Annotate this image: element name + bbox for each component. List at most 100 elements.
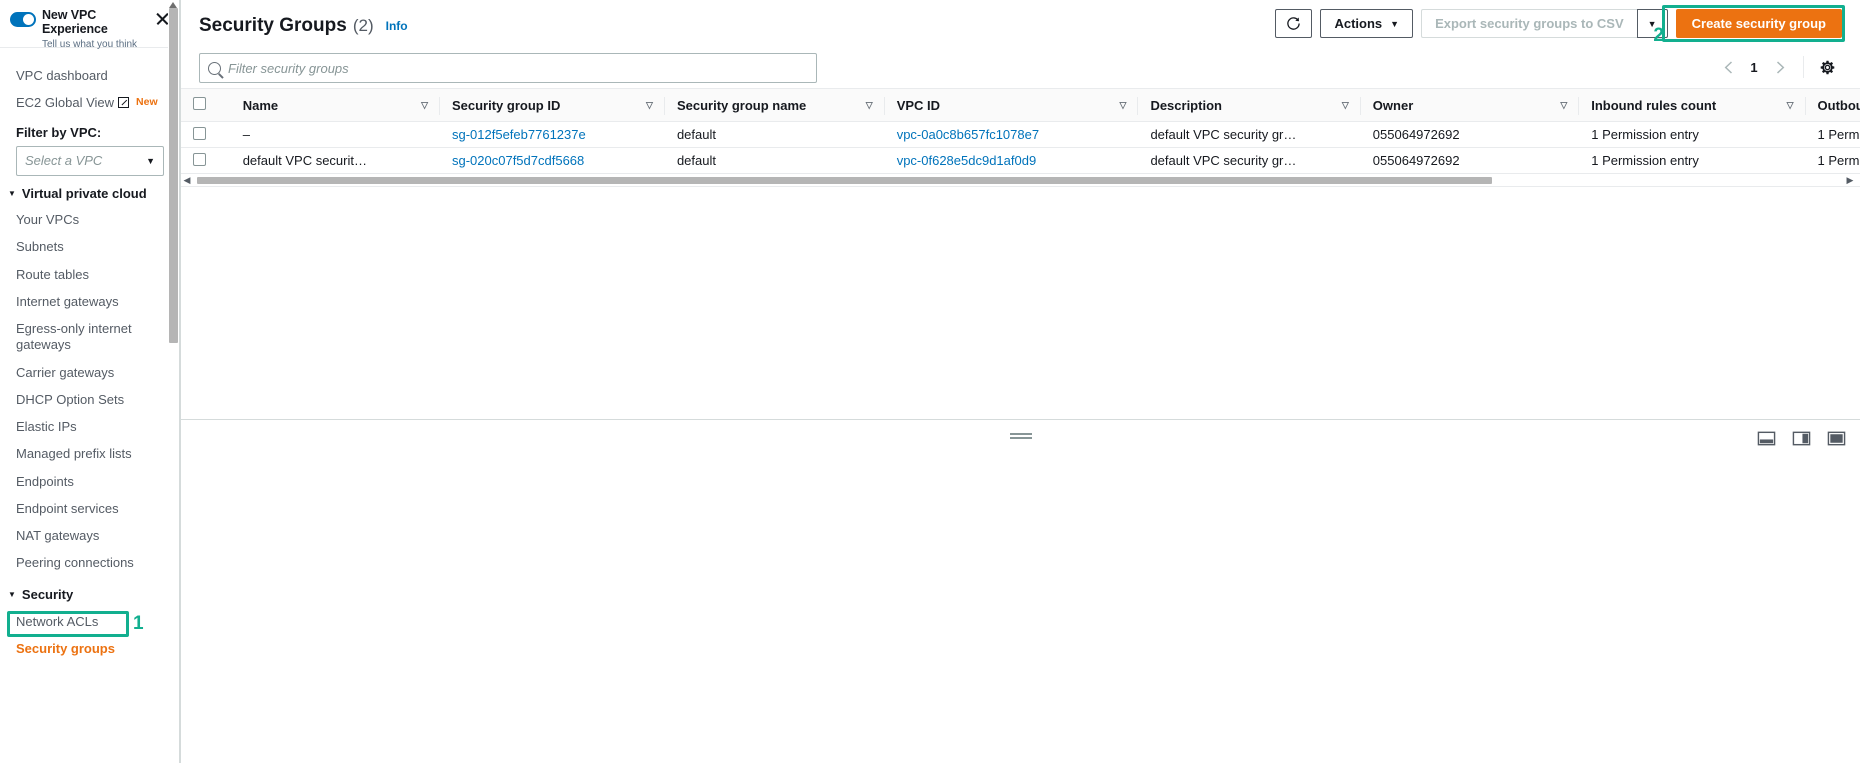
search-input[interactable]: [228, 60, 808, 76]
create-security-group-label: Create security group: [1691, 16, 1826, 31]
new-vpc-experience-toggle[interactable]: [10, 12, 36, 27]
column-header-security-group-name[interactable]: Security group name ▽: [664, 88, 885, 122]
table-header-row: Name ▽ Security group ID ▽ Security grou…: [181, 88, 1860, 122]
column-header-description[interactable]: Description ▽: [1138, 88, 1361, 122]
horizontal-scrollbar-thumb[interactable]: [197, 176, 1492, 184]
sidebar-item-dhcp-option-sets[interactable]: DHCP Option Sets: [0, 386, 180, 413]
info-link[interactable]: Info: [386, 19, 408, 33]
panel-full-icon[interactable]: [1827, 429, 1846, 448]
sidebar-item-vpc-dashboard[interactable]: VPC dashboard: [0, 62, 180, 89]
column-label: Name: [242, 97, 279, 113]
sidebar-item-endpoint-services[interactable]: Endpoint services: [0, 495, 180, 522]
sidebar-item-network-acls[interactable]: Network ACLs: [0, 608, 180, 635]
scroll-left-arrow-icon[interactable]: ◀: [181, 175, 193, 186]
sidebar-item-label: EC2 Global View: [16, 94, 115, 110]
sidebar-scrollbar[interactable]: [168, 0, 180, 763]
pagination-next-button[interactable]: [1765, 52, 1795, 82]
actions-label: Actions: [1334, 16, 1383, 31]
sidebar-item-egress-only-internet-gateways[interactable]: Egress-only internet gateways: [0, 316, 180, 360]
sidebar-group-security[interactable]: ▼ Security: [0, 577, 180, 608]
select-all-checkbox[interactable]: [193, 97, 206, 110]
cell-name: default VPC securit…: [230, 147, 440, 174]
cell-description: default VPC security gr…: [1138, 147, 1361, 174]
cell-owner: 055064972692: [1360, 121, 1580, 148]
cell-owner: 055064972692: [1360, 147, 1580, 174]
sort-icon: ▽: [1119, 99, 1127, 110]
main-content: Security Groups (2) Info Actions ▼ Expor…: [180, 0, 1860, 763]
cell-security-group-name: default: [664, 147, 885, 174]
new-vpc-experience-title: New VPC Experience: [42, 8, 108, 37]
sidebar-group-virtual-private-cloud[interactable]: ▼ Virtual private cloud: [0, 176, 180, 207]
column-label: Security group name: [676, 97, 807, 113]
column-label: Inbound rules count: [1591, 97, 1717, 113]
refresh-button[interactable]: [1275, 9, 1313, 38]
pagination-prev-button[interactable]: [1713, 52, 1743, 82]
export-csv-label: Export security groups to CSV: [1435, 16, 1624, 31]
cell-name: –: [230, 121, 440, 148]
column-header-inbound-rules-count[interactable]: Inbound rules count ▽: [1579, 88, 1806, 122]
page-title: Security Groups: [199, 15, 347, 36]
sidebar-group-label: Virtual private cloud: [21, 185, 147, 201]
pagination: 1: [1713, 52, 1842, 82]
divider: [1804, 97, 1806, 115]
sort-icon: ▽: [1341, 99, 1349, 110]
pagination-page-1[interactable]: 1: [1743, 60, 1765, 75]
panel-bottom-icon[interactable]: [1757, 429, 1776, 448]
export-csv-button[interactable]: Export security groups to CSV: [1421, 9, 1637, 38]
refresh-icon: [1286, 16, 1301, 31]
create-security-group-button[interactable]: Create security group: [1675, 9, 1842, 38]
column-header-name[interactable]: Name ▽: [230, 88, 440, 122]
new-vpc-experience-text: New VPC Experience Tell us what you thin…: [42, 8, 154, 50]
column-header-security-group-id[interactable]: Security group ID ▽: [439, 88, 665, 122]
sidebar-item-nat-gateways[interactable]: NAT gateways: [0, 523, 180, 550]
sidebar-item-internet-gateways[interactable]: Internet gateways: [0, 288, 180, 315]
new-vpc-experience-banner: New VPC Experience Tell us what you thin…: [0, 0, 180, 50]
security-group-id-link[interactable]: sg-012f5efeb7761237e: [452, 127, 586, 142]
sort-icon: ▽: [1786, 99, 1794, 110]
sidebar-item-peering-connections[interactable]: Peering connections: [0, 550, 180, 577]
panel-side-icon[interactable]: [1792, 429, 1811, 448]
sidebar-item-route-tables[interactable]: Route tables: [0, 261, 180, 288]
vpc-id-link[interactable]: vpc-0a0c8b657fc1078e7: [897, 127, 1039, 142]
sidebar-item-subnets[interactable]: Subnets: [0, 234, 180, 261]
security-group-id-link[interactable]: sg-020c07f5d7cdf5668: [452, 153, 584, 168]
sidebar-item-elastic-ips[interactable]: Elastic IPs: [0, 414, 180, 441]
column-label: Description: [1150, 97, 1222, 113]
scroll-right-arrow-icon[interactable]: ▶: [1844, 175, 1856, 186]
row-checkbox[interactable]: [193, 152, 206, 166]
cell-vpc-id: vpc-0a0c8b657fc1078e7: [884, 121, 1139, 148]
row-checkbox[interactable]: [193, 126, 206, 140]
column-header-vpc-id[interactable]: VPC ID ▽: [884, 88, 1139, 122]
sidebar-item-your-vpcs[interactable]: Your VPCs: [0, 207, 180, 234]
sidebar-item-carrier-gateways[interactable]: Carrier gateways: [0, 359, 180, 386]
search-box[interactable]: [199, 53, 817, 83]
table-horizontal-scrollbar[interactable]: ◀ ▶: [181, 174, 1860, 187]
chevron-down-icon: ▼: [1390, 18, 1400, 29]
column-label: Security group ID: [451, 97, 561, 113]
cell-inbound-rules-count: 1 Permission entry: [1579, 121, 1806, 148]
cell-security-group-id: sg-020c07f5d7cdf5668: [439, 147, 665, 174]
sidebar-item-endpoints[interactable]: Endpoints: [0, 468, 180, 495]
new-vpc-experience-feedback-link[interactable]: Tell us what you think: [42, 39, 154, 51]
sidebar-item-ec2-global-view[interactable]: EC2 Global View New: [0, 89, 180, 116]
vpc-filter-select[interactable]: Select a VPC ▼: [16, 145, 164, 176]
filter-row: 1: [199, 48, 1842, 88]
divider: [1803, 56, 1804, 78]
sort-icon: ▽: [421, 99, 428, 110]
table-settings-button[interactable]: [1812, 52, 1842, 82]
sidebar-item-security-groups[interactable]: Security groups: [0, 635, 180, 662]
sidebar-item-managed-prefix-lists[interactable]: Managed prefix lists: [0, 441, 180, 468]
sidebar-group-label: Security: [21, 587, 74, 602]
vpc-id-link[interactable]: vpc-0f628e5dc9d1af0d9: [897, 153, 1037, 168]
column-header-outbound-rules-count[interactable]: Outbound rules co: [1805, 88, 1860, 122]
actions-button[interactable]: Actions ▼: [1320, 9, 1414, 38]
security-groups-table: Name ▽ Security group ID ▽ Security grou…: [181, 88, 1860, 174]
export-button-group: Export security groups to CSV ▼: [1421, 9, 1668, 38]
table-row[interactable]: – sg-012f5efeb7761237e default vpc-0a0c8…: [181, 121, 1860, 148]
resize-handle-icon[interactable]: [1009, 433, 1032, 439]
column-label: VPC ID: [896, 97, 941, 113]
sidebar-scrollbar-thumb[interactable]: [169, 8, 178, 343]
security-groups-table-wrapper: Name ▽ Security group ID ▽ Security grou…: [181, 88, 1860, 187]
column-header-owner[interactable]: Owner ▽: [1360, 88, 1580, 122]
table-row[interactable]: default VPC securit… sg-020c07f5d7cdf566…: [181, 147, 1860, 174]
